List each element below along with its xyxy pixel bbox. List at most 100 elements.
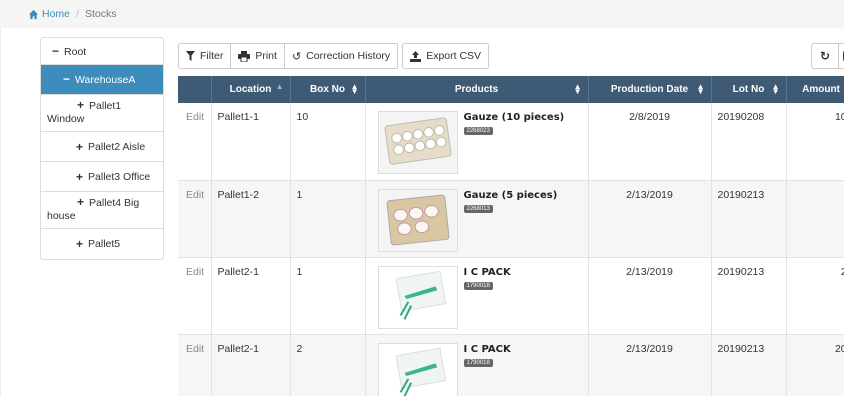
filter-button[interactable]: Filter	[178, 43, 232, 69]
cell-production-date: 2/13/2019	[588, 257, 712, 335]
print-label: Print	[255, 50, 277, 62]
breadcrumb: Home / Stocks	[0, 0, 844, 28]
cell-product: Gauze (10 pieces) 2268023	[365, 103, 589, 181]
cell-production-date: 2/13/2019	[588, 334, 712, 396]
header-label: Products	[454, 84, 499, 95]
cell-box-no: 10	[290, 103, 366, 181]
cell-box-no: 1	[290, 180, 366, 258]
breadcrumb-current: Stocks	[84, 8, 117, 20]
cell-box-no: 2	[290, 334, 366, 396]
sort-asc-icon: ▲	[275, 82, 284, 91]
product-image	[377, 342, 458, 396]
edit-link[interactable]: Edit	[178, 103, 212, 181]
header-amount[interactable]: Amount▲▼	[786, 76, 844, 103]
product-image	[377, 111, 458, 174]
tree-item-root[interactable]: − Root	[41, 38, 163, 65]
header-box-no[interactable]: Box No ▲ ▼	[290, 76, 366, 103]
product-name: I C PACK	[463, 343, 511, 355]
cell-amount: 20	[786, 257, 844, 335]
header-label: Location	[229, 84, 272, 95]
breadcrumb-separator: /	[76, 8, 79, 20]
cell-amount: 201	[786, 334, 844, 396]
filter-icon	[186, 51, 195, 61]
cell-location: Pallet1-2	[211, 180, 291, 258]
plus-icon: +	[76, 169, 84, 184]
cell-product: Gauze (5 pieces) 2268013	[365, 180, 589, 258]
edit-link[interactable]: Edit	[178, 180, 212, 258]
refresh-button[interactable]: ↻	[811, 43, 839, 69]
home-icon	[28, 9, 39, 19]
export-icon	[410, 50, 422, 62]
cell-amount: 100	[786, 103, 844, 181]
product-name: Gauze (5 pieces)	[463, 189, 558, 201]
header-products[interactable]: Products ▲ ▼	[365, 76, 589, 103]
table-row: Edit Pallet2-1 1 I C PACK 1790018 2/13/2…	[178, 257, 844, 335]
tree-item-label: Pallet5	[88, 238, 121, 250]
sort-icon: ▲ ▼	[696, 82, 705, 96]
print-icon	[238, 50, 251, 62]
tree-item-label-cont: Window	[47, 113, 85, 125]
toolbar-right: ↻	[811, 43, 844, 69]
header-lot-no[interactable]: Lot No ▲ ▼	[711, 76, 787, 103]
cell-lot-no: 20190213	[711, 257, 787, 335]
product-image	[377, 188, 458, 252]
table-row: Edit Pallet2-1 2 I C PACK 1790018 2/13/2…	[178, 334, 844, 396]
correction-history-button[interactable]: ↺ Correction History	[283, 43, 399, 69]
export-csv-label: Export CSV	[426, 50, 482, 62]
cell-location: Pallet2-1	[211, 257, 291, 335]
cell-lot-no: 20190213	[711, 334, 787, 396]
location-tree: − Root − WarehouseA + Pallet1 Window + Palle…	[40, 37, 164, 260]
cell-lot-no: 20190213	[711, 180, 787, 258]
sort-icon: ▲ ▼	[771, 82, 780, 96]
product-name: I C PACK	[463, 266, 511, 278]
cell-product: I C PACK 1790018	[365, 257, 589, 335]
cell-product: I C PACK 1790018	[365, 334, 589, 396]
breadcrumb-home-link[interactable]: Home	[42, 8, 70, 20]
plus-icon: +	[77, 195, 85, 209]
product-code-badge: 1790018	[463, 358, 493, 367]
cell-box-no: 1	[290, 257, 366, 335]
history-icon: ↺	[291, 50, 302, 63]
tree-item-pallet4[interactable]: + Pallet4 Big house	[41, 192, 163, 229]
tree-item-warehousea[interactable]: − WarehouseA	[41, 65, 163, 95]
correction-history-label: Correction History	[306, 50, 391, 62]
cell-amount: 5	[786, 180, 844, 258]
product-code-badge: 2268013	[463, 204, 493, 213]
tree-item-pallet5[interactable]: + Pallet5	[41, 229, 163, 259]
header-location[interactable]: Location ▲	[211, 76, 291, 103]
cell-production-date: 2/13/2019	[588, 180, 712, 258]
refresh-icon: ↻	[819, 49, 831, 63]
product-image	[377, 265, 458, 329]
product-code-badge: 2268023	[463, 127, 493, 135]
product-name: Gauze (10 pieces)	[463, 112, 565, 123]
tree-item-pallet3[interactable]: + Pallet3 Office	[41, 162, 163, 192]
header-label: Lot No	[732, 84, 765, 95]
edit-link[interactable]: Edit	[178, 257, 212, 335]
stocks-table: Location ▲ Box No ▲ ▼ Products ▲ ▼ Production…	[178, 76, 844, 396]
tree-item-pallet2[interactable]: + Pallet2 Aisle	[41, 132, 163, 162]
tree-item-pallet1[interactable]: + Pallet1 Window	[41, 95, 163, 132]
table-row: Edit Pallet1-1 10 Gauze (10 pieces) 2268…	[178, 103, 844, 181]
tree-item-label: Pallet2 Aisle	[88, 140, 146, 153]
divider	[0, 28, 1, 396]
header-edit	[178, 76, 212, 103]
print-button[interactable]: Print	[230, 43, 285, 69]
edit-link[interactable]: Edit	[178, 334, 212, 396]
filter-label: Filter	[200, 50, 224, 62]
cell-lot-no: 20190208	[711, 103, 787, 181]
tree-item-label: Root	[64, 46, 87, 58]
plus-icon: +	[76, 139, 84, 154]
plus-icon: +	[76, 237, 84, 251]
plus-icon: +	[77, 98, 85, 112]
stocks-table-container: Location ▲ Box No ▲ ▼ Products ▲ ▼ Production…	[178, 76, 844, 396]
minus-icon: −	[63, 72, 71, 86]
table-row: Edit Pallet1-2 1 Gauze (5 pieces) 226801…	[178, 180, 844, 258]
minus-icon: −	[52, 44, 60, 58]
columns-button[interactable]	[838, 43, 844, 69]
tree-item-label: Pallet3 Office	[88, 170, 151, 183]
export-csv-button[interactable]: Export CSV	[402, 43, 490, 69]
sort-icon: ▲ ▼	[573, 82, 582, 96]
header-production-date[interactable]: Production Date ▲ ▼	[588, 76, 712, 103]
product-code-badge: 1790018	[463, 281, 493, 290]
cell-location: Pallet2-1	[211, 334, 291, 396]
